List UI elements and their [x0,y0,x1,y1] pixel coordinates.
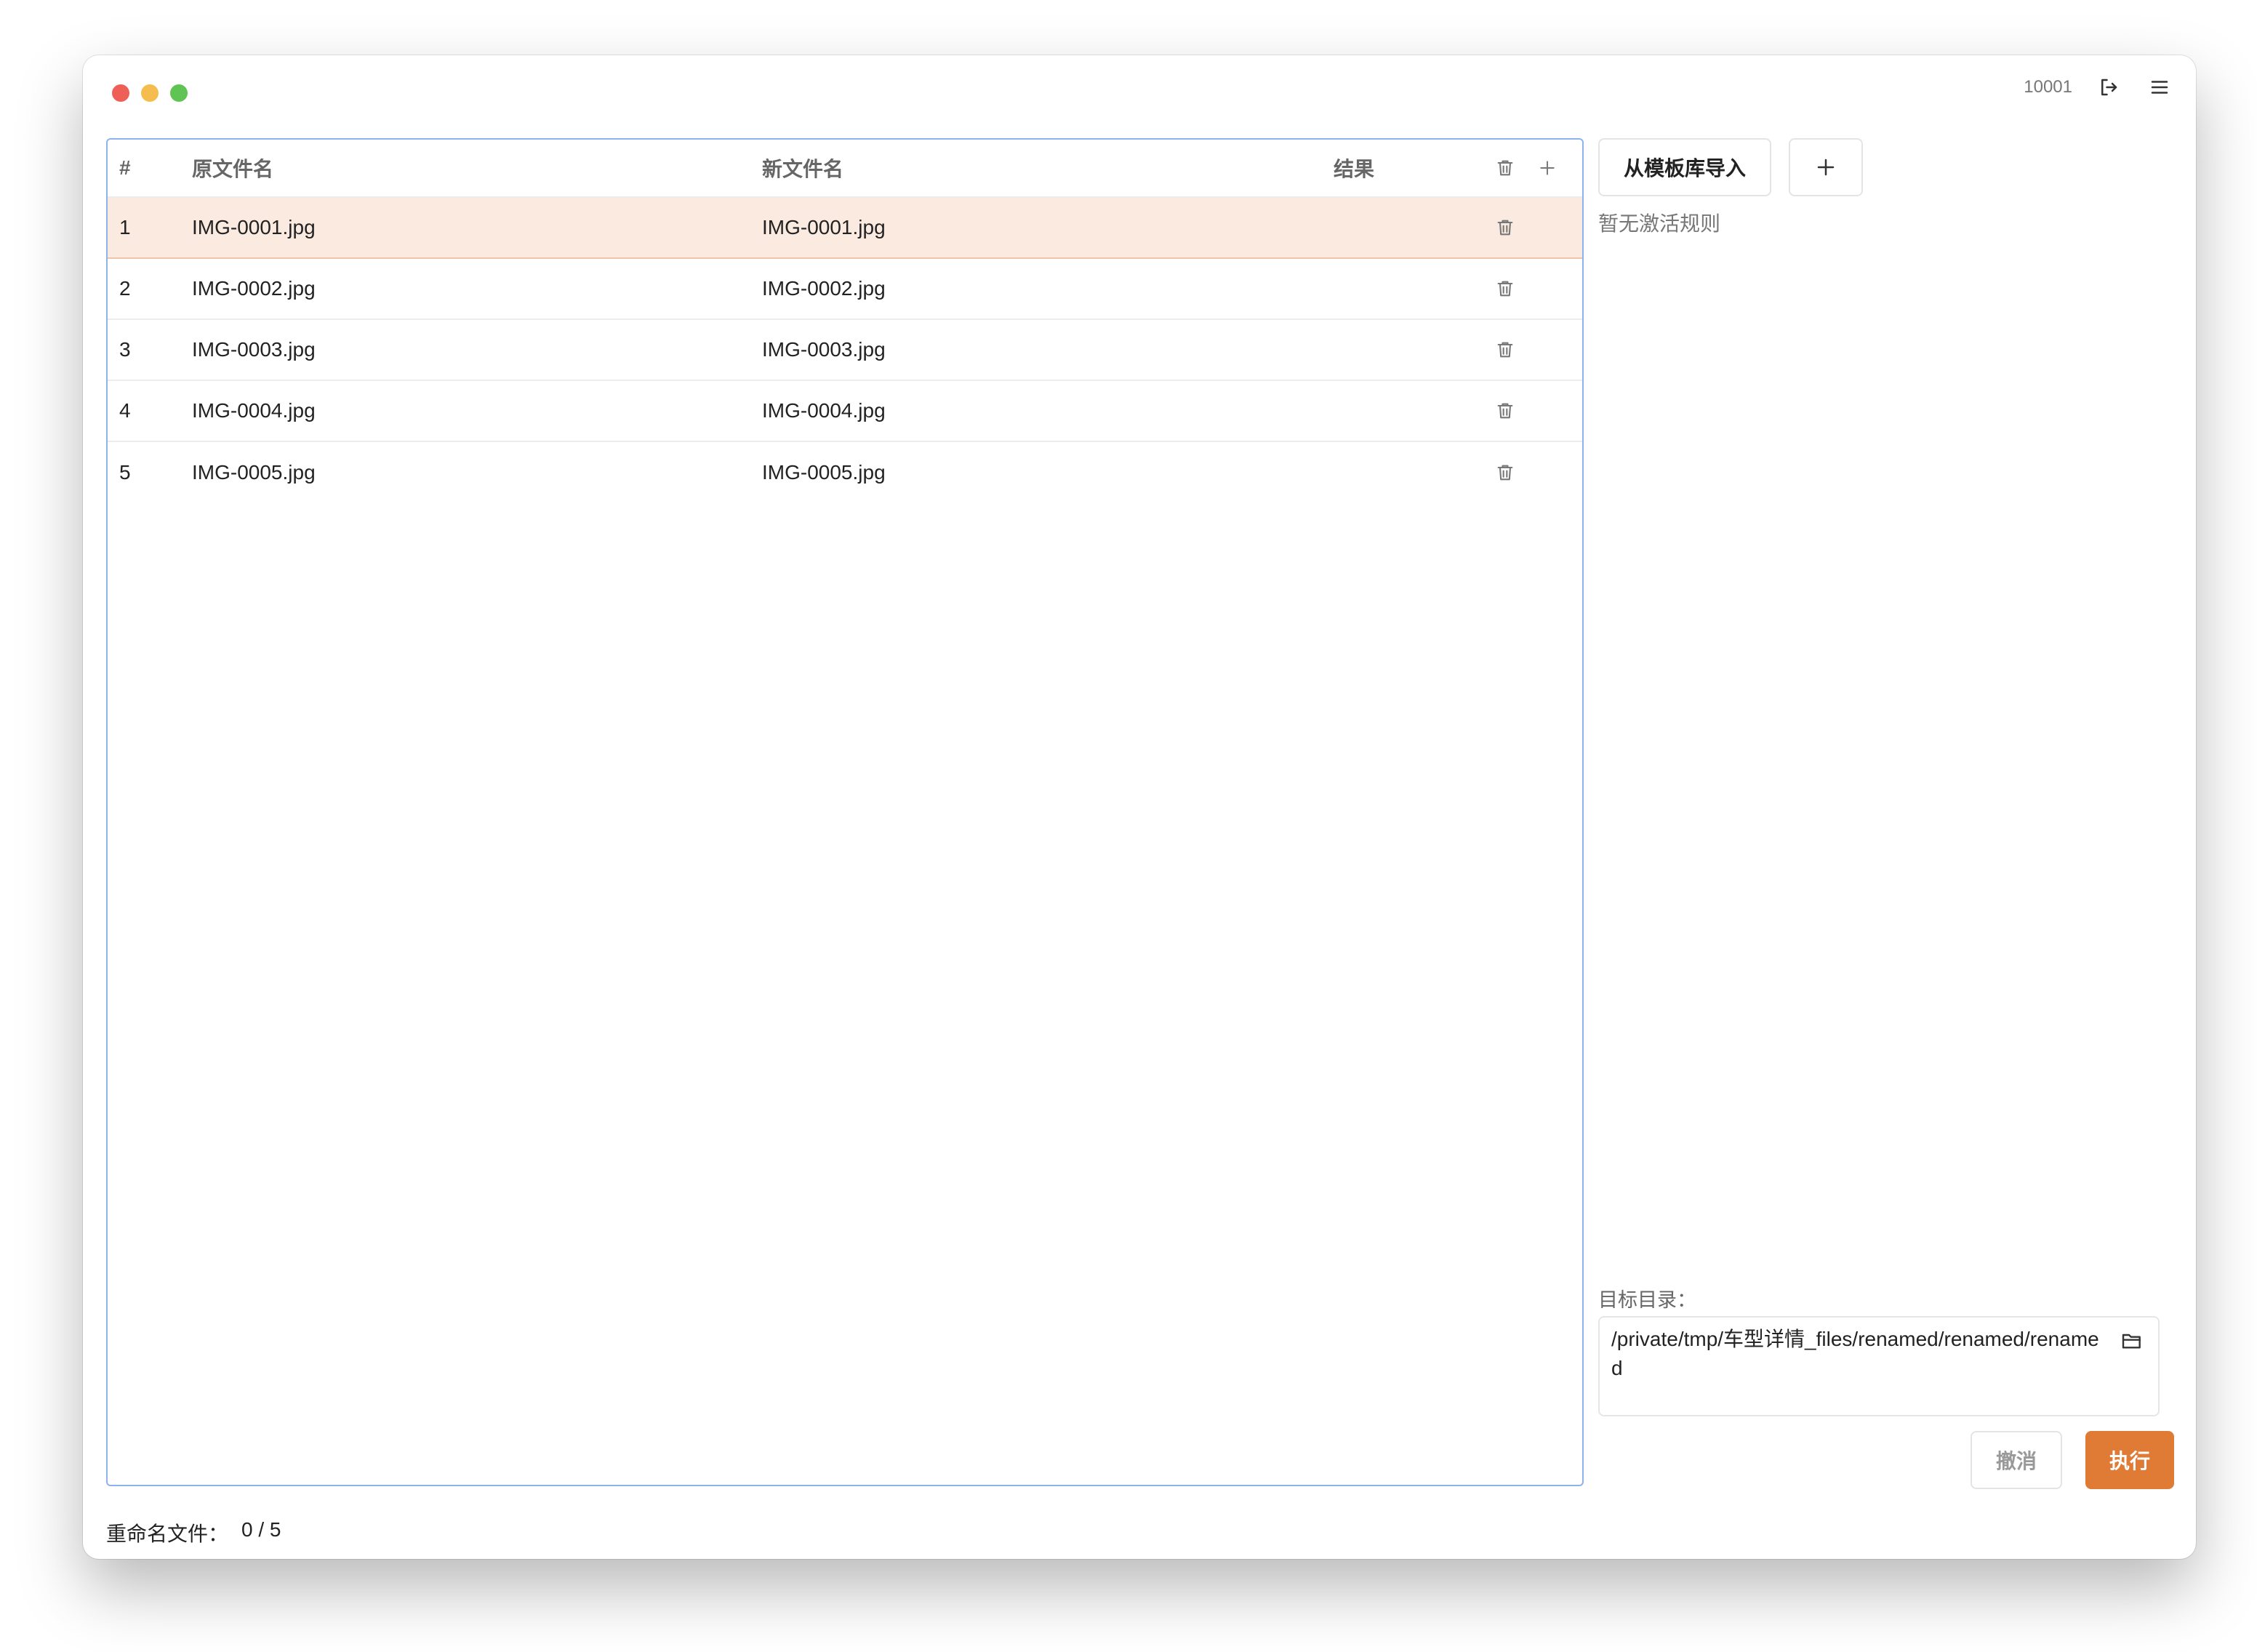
app-window: 10001 # 原文件名 新文件名 结果 1 IMG-0001.jpg IMG-… [83,55,2196,1559]
table-header: # 原文件名 新文件名 结果 [108,140,1582,198]
target-directory-field[interactable]: /private/tmp/车型详情_files/renamed/renamed/… [1598,1316,2160,1416]
header-original-name: 原文件名 [192,158,274,180]
window-controls [112,84,188,102]
row-new-name: IMG-0001.jpg [762,216,886,238]
trash-icon[interactable] [1491,198,1520,257]
renamed-files-count: 0 / 5 [241,1518,281,1541]
add-rule-button[interactable] [1789,138,1863,196]
menu-icon[interactable] [2145,73,2174,102]
row-new-name: IMG-0003.jpg [762,338,886,361]
trash-icon[interactable] [1491,442,1520,503]
table-row[interactable]: 5 IMG-0005.jpg IMG-0005.jpg [108,442,1582,503]
import-from-template-button[interactable]: 从模板库导入 [1598,138,1771,196]
clear-all-trash-icon[interactable] [1491,140,1520,196]
row-index: 4 [119,399,131,422]
trash-icon[interactable] [1491,320,1520,380]
logout-icon[interactable] [2094,73,2123,102]
add-file-plus-icon[interactable] [1533,140,1562,196]
table-row[interactable]: 3 IMG-0003.jpg IMG-0003.jpg [108,320,1582,381]
empty-rules-text: 暂无激活规则 [1598,212,1721,235]
target-directory-path: /private/tmp/车型详情_files/renamed/renamed/… [1611,1328,2099,1379]
execute-button[interactable]: 执行 [2085,1431,2174,1489]
close-window-button[interactable] [112,84,129,102]
row-index: 2 [119,277,131,300]
row-index: 3 [119,338,131,361]
row-index: 1 [119,216,131,238]
table-row[interactable]: 2 IMG-0002.jpg IMG-0002.jpg [108,259,1582,320]
row-original-name: IMG-0002.jpg [192,277,316,300]
row-original-name: IMG-0005.jpg [192,461,316,484]
header-result: 结果 [1334,158,1375,180]
row-index: 5 [119,461,131,484]
row-original-name: IMG-0003.jpg [192,338,316,361]
user-id: 10001 [2024,77,2072,97]
row-new-name: IMG-0004.jpg [762,399,886,422]
row-new-name: IMG-0002.jpg [762,277,886,300]
table-row[interactable]: 1 IMG-0001.jpg IMG-0001.jpg [108,198,1582,259]
row-original-name: IMG-0001.jpg [192,216,316,238]
trash-icon[interactable] [1491,381,1520,441]
header-index: # [119,156,131,179]
row-original-name: IMG-0004.jpg [192,399,316,422]
minimize-window-button[interactable] [141,84,159,102]
plus-icon [1817,159,1835,176]
file-table: # 原文件名 新文件名 结果 1 IMG-0001.jpg IMG-0001.j… [106,138,1584,1486]
table-row[interactable]: 4 IMG-0004.jpg IMG-0004.jpg [108,381,1582,442]
zoom-window-button[interactable] [170,84,188,102]
header-new-name: 新文件名 [762,158,844,180]
folder-open-icon[interactable] [2119,1328,2145,1354]
undo-button[interactable]: 撤消 [1971,1431,2062,1489]
renamed-files-label: 重命名文件： [106,1523,229,1545]
top-right-toolbar: 10001 [2024,73,2174,102]
trash-icon[interactable] [1491,259,1520,318]
status-bar: 重命名文件： 0 / 5 [106,1518,281,1547]
row-new-name: IMG-0005.jpg [762,461,886,484]
target-directory-label: 目标目录： [1598,1289,1696,1311]
